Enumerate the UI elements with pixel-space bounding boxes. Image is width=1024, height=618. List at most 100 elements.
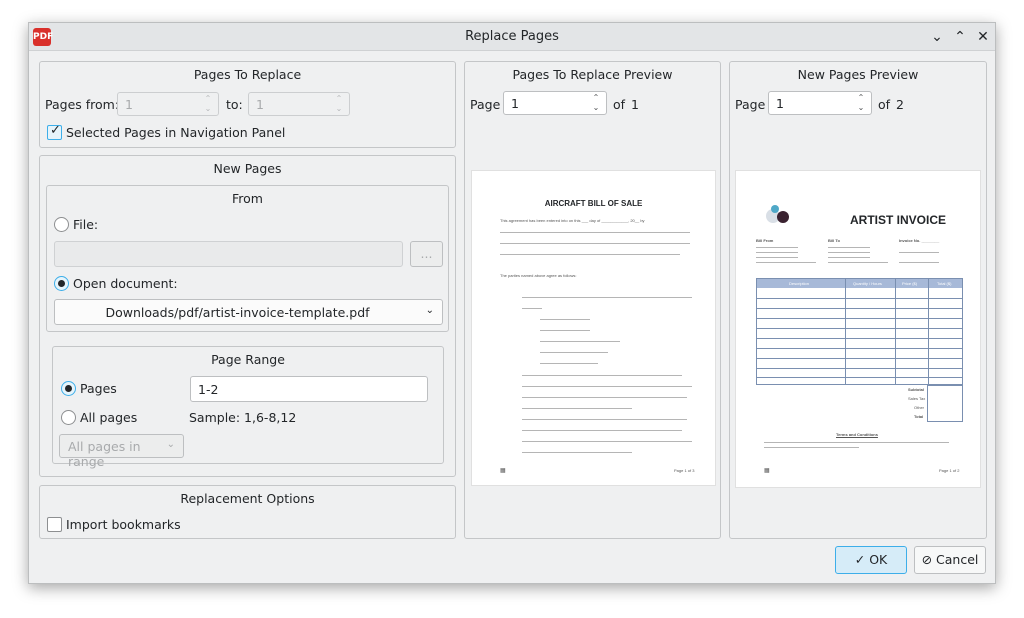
- invoice-col-price: Price ($): [902, 281, 918, 286]
- chevron-down-icon: ⌄: [425, 305, 434, 316]
- spin-arrows-icon[interactable]: ⌃ ⌄: [590, 93, 602, 113]
- new-preview-title: New Pages Preview: [797, 67, 919, 82]
- browse-button[interactable]: ...: [410, 241, 443, 267]
- doc-text-line: [500, 232, 690, 233]
- invoice-totals-box: [927, 385, 963, 422]
- all-pages-radio[interactable]: [61, 410, 76, 425]
- open-document-radio[interactable]: [54, 276, 69, 291]
- replace-preview-page-spinbox[interactable]: 1 ⌃ ⌄: [503, 91, 607, 115]
- import-bookmarks-label: Import bookmarks: [66, 517, 181, 532]
- check-icon: ✓: [854, 552, 866, 567]
- radio-dot-icon: [65, 385, 72, 392]
- doc-text-line: [828, 262, 888, 263]
- invoice-subtotal-label: Subtotal: [908, 387, 924, 392]
- file-radio[interactable]: [54, 217, 69, 232]
- replacement-options-group: Replacement Options Import bookmarks: [39, 485, 456, 539]
- doc-text-line: [756, 252, 798, 253]
- checkmark-icon: ✓: [50, 123, 61, 138]
- table-row-divider: [757, 348, 962, 349]
- doc-text-line: [828, 247, 870, 248]
- invoice-total-label: Total: [914, 414, 924, 419]
- new-preview-page-spinbox[interactable]: 1 ⌃ ⌄: [768, 91, 872, 115]
- preview-doc-intro: This agreement has been entered into on …: [500, 218, 645, 223]
- invoice-col-total: Total ($): [937, 281, 952, 286]
- table-row-divider: [757, 308, 962, 309]
- window-title: Replace Pages: [465, 29, 559, 44]
- pages-to-spinbox[interactable]: 1 ⌃ ⌄: [248, 92, 350, 116]
- pages-label: Pages: [80, 381, 117, 396]
- pages-range-input[interactable]: 1-2: [190, 376, 428, 402]
- invoice-terms: Terms and Conditions: [836, 432, 878, 437]
- selected-pages-checkbox[interactable]: ✓: [47, 123, 62, 140]
- doc-text-line: [522, 408, 632, 409]
- new-pages-title: New Pages: [213, 161, 282, 176]
- table-row-divider: [757, 358, 962, 359]
- pages-to-replace-title: Pages To Replace: [193, 67, 302, 82]
- doc-text-line: [522, 397, 687, 398]
- table-row-divider: [757, 298, 962, 299]
- invoice-col-description: Description: [789, 281, 810, 286]
- file-path-input[interactable]: [54, 241, 403, 267]
- invoice-bill-to: Bill To: [828, 238, 840, 243]
- doc-text-line: [756, 247, 798, 248]
- doc-text-line: [899, 262, 939, 263]
- doc-text-line: [899, 252, 939, 253]
- pages-radio[interactable]: [61, 381, 76, 396]
- replace-preview-page-image: AIRCRAFT BILL OF SALE This agreement has…: [471, 170, 716, 486]
- table-row-divider: [757, 338, 962, 339]
- preview-doc-title: AIRCRAFT BILL OF SALE: [544, 199, 643, 208]
- pages-filter-select[interactable]: All pages in range ⌄: [59, 434, 184, 469]
- doc-text-line: [828, 252, 870, 253]
- cancel-button[interactable]: ⊘ Cancel: [914, 546, 986, 574]
- page-range-group: Page Range Pages 1-2 All pages Sample: 1…: [52, 346, 444, 469]
- invoice-sales-tax-label: Sales Tax: [908, 396, 926, 401]
- all-pages-label: All pages: [80, 410, 138, 425]
- invoice-footer: Page 1 of 2: [939, 468, 960, 473]
- pages-to-replace-group: Pages To Replace Pages from: 1 ⌃ ⌄ to: 1 …: [39, 61, 456, 148]
- invoice-title: ARTIST INVOICE: [850, 213, 947, 227]
- pages-from-spinbox[interactable]: 1 ⌃ ⌄: [117, 92, 219, 116]
- doc-file-icon: ▦: [500, 468, 506, 474]
- minimize-icon[interactable]: ⌄: [926, 26, 948, 48]
- doc-text-line: [522, 375, 682, 376]
- from-group: From File: ... Open document: Downloads/…: [46, 185, 449, 332]
- doc-text-line: [540, 341, 620, 342]
- doc-text-line: [522, 297, 692, 298]
- doc-text-line: [540, 330, 590, 331]
- new-preview-total: 2: [896, 97, 904, 112]
- doc-text-line: [540, 319, 590, 320]
- spin-arrows-icon[interactable]: ⌃ ⌄: [333, 94, 345, 114]
- table-row-divider: [757, 328, 962, 329]
- open-document-select[interactable]: Downloads/pdf/artist-invoice-template.pd…: [54, 299, 443, 325]
- replace-preview-group: Pages To Replace Preview Page 1 ⌃ ⌄ of 1 …: [464, 61, 721, 539]
- cancel-icon: ⊘: [921, 552, 933, 567]
- selected-pages-label: Selected Pages in Navigation Panel: [66, 125, 286, 140]
- replace-pages-dialog: PDF Replace Pages ⌄ ⌃ ✕ Pages To Replace…: [28, 22, 996, 584]
- replace-preview-page-label: Page: [470, 97, 501, 112]
- title-bar[interactable]: PDF Replace Pages ⌄ ⌃ ✕: [29, 23, 995, 51]
- import-bookmarks-checkbox[interactable]: [47, 517, 62, 532]
- doc-text-line: [522, 441, 692, 442]
- doc-text-line: [500, 254, 680, 255]
- doc-text-line: [828, 257, 870, 258]
- replace-preview-title: Pages To Replace Preview: [512, 67, 673, 82]
- table-row-divider: [757, 368, 962, 369]
- doc-text-line: [522, 419, 687, 420]
- doc-file-icon: ▦: [764, 468, 770, 474]
- close-icon[interactable]: ✕: [972, 26, 994, 48]
- invoice-table: Description Quantity / Hours Price ($) T…: [756, 278, 963, 385]
- spin-arrows-icon[interactable]: ⌃ ⌄: [855, 93, 867, 113]
- doc-text-line: [522, 452, 632, 453]
- cancel-label: Cancel: [936, 552, 979, 567]
- chevron-down-icon: ⌄: [166, 439, 175, 450]
- doc-text-line: [540, 363, 598, 364]
- maximize-icon[interactable]: ⌃: [949, 26, 971, 48]
- new-preview-page-label: Page: [735, 97, 766, 112]
- pages-from-label: Pages from:: [45, 97, 120, 112]
- invoice-table-header: Description Quantity / Hours Price ($) T…: [757, 279, 962, 288]
- doc-text-line: [764, 447, 859, 448]
- table-row-divider: [757, 318, 962, 319]
- ok-button[interactable]: ✓ OK: [835, 546, 907, 574]
- spin-arrows-icon[interactable]: ⌃ ⌄: [202, 94, 214, 114]
- sample-label: Sample: 1,6-8,12: [189, 410, 297, 425]
